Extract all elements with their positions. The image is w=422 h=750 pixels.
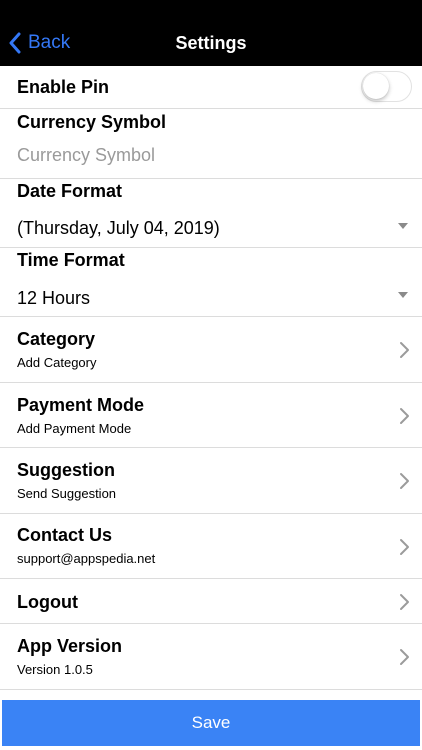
logout-row[interactable]: Logout bbox=[0, 579, 422, 623]
divider bbox=[0, 689, 422, 690]
chevron-right-icon bbox=[400, 649, 409, 665]
date-format-row: Date Format (Thursday, July 04, 2019) bbox=[0, 179, 422, 249]
time-format-row: Time Format 12 Hours bbox=[0, 248, 422, 318]
suggestion-row[interactable]: Suggestion Send Suggestion bbox=[0, 448, 422, 513]
chevron-right-icon bbox=[400, 342, 409, 358]
currency-label: Currency Symbol bbox=[17, 112, 167, 132]
logout-title: Logout bbox=[17, 592, 78, 612]
payment-mode-title: Payment Mode bbox=[17, 395, 145, 415]
chevron-right-icon bbox=[400, 594, 409, 610]
enable-pin-label: Enable Pin bbox=[17, 77, 110, 97]
chevron-right-icon bbox=[400, 408, 409, 424]
date-format-select[interactable]: (Thursday, July 04, 2019) bbox=[17, 218, 220, 239]
date-format-label: Date Format bbox=[17, 181, 123, 201]
enable-pin-toggle[interactable] bbox=[361, 71, 412, 102]
contact-us-subtitle: support@appspedia.net bbox=[17, 551, 156, 566]
chevron-right-icon bbox=[400, 539, 409, 555]
app-version-row[interactable]: App Version Version 1.0.5 bbox=[0, 624, 422, 689]
suggestion-subtitle: Send Suggestion bbox=[17, 486, 117, 501]
dropdown-caret-icon[interactable] bbox=[398, 292, 408, 298]
chevron-right-icon bbox=[400, 473, 409, 489]
navigation-bar: Back Settings bbox=[0, 0, 422, 66]
app-version-subtitle: Version 1.0.5 bbox=[17, 662, 93, 677]
category-subtitle: Add Category bbox=[17, 355, 97, 370]
currency-input[interactable]: Currency Symbol bbox=[17, 145, 155, 166]
category-title: Category bbox=[17, 329, 96, 349]
category-row[interactable]: Category Add Category bbox=[0, 317, 422, 382]
app-version-title: App Version bbox=[17, 636, 123, 656]
suggestion-title: Suggestion bbox=[17, 460, 115, 480]
time-format-label: Time Format bbox=[17, 250, 125, 270]
contact-us-title: Contact Us bbox=[17, 525, 113, 545]
toggle-knob bbox=[363, 73, 389, 99]
page-title: Settings bbox=[175, 33, 247, 53]
enable-pin-row: Enable Pin bbox=[0, 66, 422, 108]
payment-mode-row[interactable]: Payment Mode Add Payment Mode bbox=[0, 383, 422, 448]
payment-mode-subtitle: Add Payment Mode bbox=[17, 421, 132, 436]
save-button[interactable]: Save bbox=[2, 700, 420, 746]
contact-us-row[interactable]: Contact Us support@appspedia.net bbox=[0, 514, 422, 579]
dropdown-caret-icon[interactable] bbox=[398, 223, 408, 229]
time-format-select[interactable]: 12 Hours bbox=[17, 288, 90, 309]
currency-row: Currency Symbol Currency Symbol bbox=[0, 109, 422, 179]
